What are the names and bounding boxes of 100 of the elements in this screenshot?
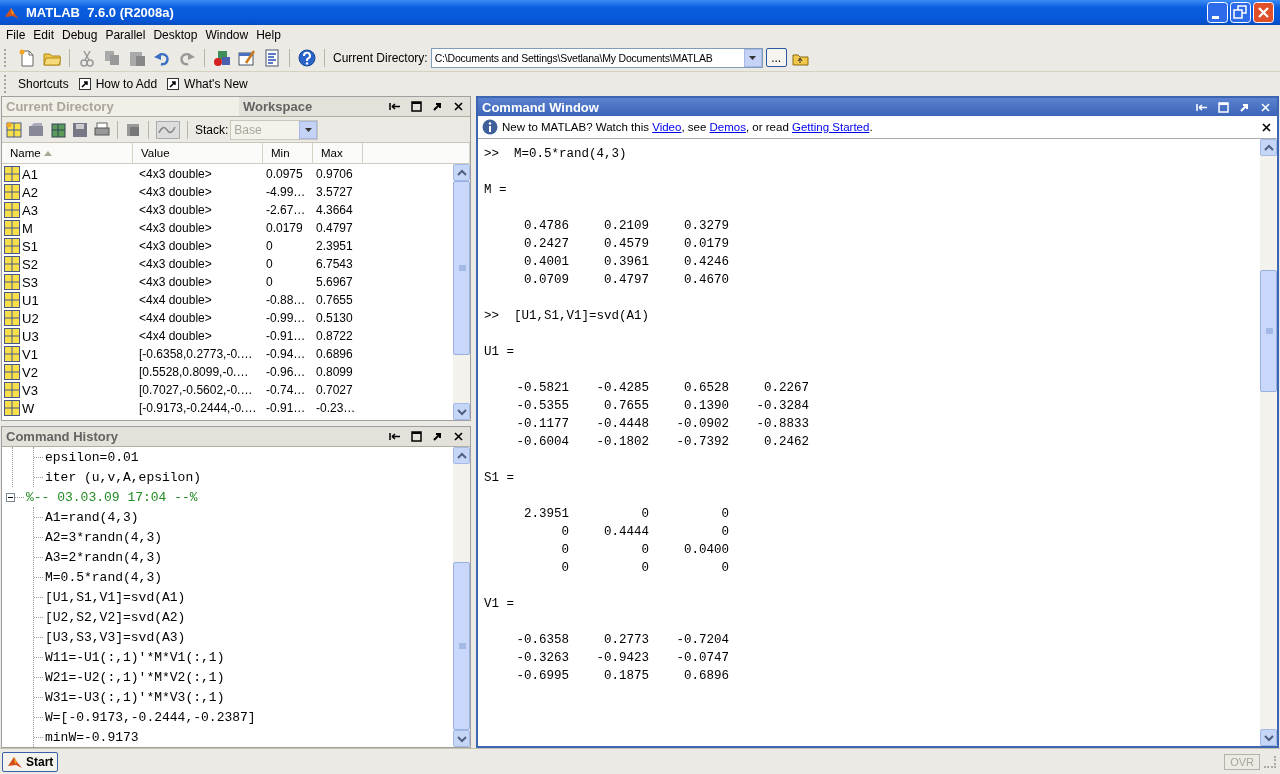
table-cell-text: 0.8099 bbox=[315, 365, 354, 379]
browse-button[interactable]: ... bbox=[765, 48, 787, 67]
close-button[interactable] bbox=[1253, 2, 1274, 23]
copy-icon[interactable] bbox=[103, 48, 121, 67]
history-command[interactable]: [U2,S2,V2]=svd(A2) bbox=[45, 609, 186, 625]
shortcut-link[interactable]: How to Add bbox=[95, 76, 158, 91]
new-variable-icon[interactable] bbox=[6, 121, 22, 138]
close-icon[interactable] bbox=[453, 101, 464, 112]
close-icon[interactable] bbox=[1261, 121, 1272, 133]
variable-name[interactable]: V2 bbox=[22, 364, 38, 380]
print-icon[interactable] bbox=[94, 121, 110, 138]
history-command[interactable]: A1=rand(4,3) bbox=[45, 509, 139, 525]
variable-label: S1 = bbox=[484, 470, 515, 487]
column-header[interactable]: Name bbox=[2, 143, 133, 163]
variable-label: M = bbox=[484, 182, 508, 199]
dock-icon[interactable] bbox=[389, 431, 401, 442]
menu-item[interactable]: Help bbox=[255, 27, 288, 42]
menu-item[interactable]: Edit bbox=[32, 27, 62, 42]
variable-name[interactable]: A1 bbox=[22, 166, 38, 182]
close-icon[interactable] bbox=[453, 431, 464, 442]
table-cell-text: 0.6896 bbox=[315, 347, 354, 361]
matrix-value: -0.5821 bbox=[515, 380, 569, 397]
cut-icon[interactable] bbox=[78, 48, 96, 67]
open-icon[interactable] bbox=[28, 121, 44, 138]
session-header[interactable]: %-- 03.03.09 17:04 --% bbox=[26, 489, 198, 505]
column-header[interactable]: Min bbox=[263, 143, 313, 163]
matrix-value: 0.2427 bbox=[523, 236, 569, 253]
history-command[interactable]: [U3,S3,V3]=svd(A3) bbox=[45, 629, 186, 645]
menu-item[interactable]: Parallel bbox=[104, 27, 153, 42]
gui-editor-icon[interactable] bbox=[238, 48, 256, 67]
undock-icon[interactable] bbox=[432, 101, 443, 112]
maximize-button[interactable] bbox=[1230, 2, 1251, 23]
help-icon[interactable] bbox=[298, 48, 316, 67]
history-command[interactable]: W21=-U2(:,1)'*M*V2(:,1) bbox=[45, 669, 225, 685]
matrix-icon bbox=[4, 400, 20, 416]
dock-icon[interactable] bbox=[389, 101, 401, 112]
scrollbar[interactable] bbox=[453, 447, 470, 747]
table-cell-text: -0.74… bbox=[265, 383, 307, 397]
matrix-value: 0 bbox=[560, 524, 569, 541]
variable-name[interactable]: V3 bbox=[22, 382, 38, 398]
variable-name[interactable]: V1 bbox=[22, 346, 38, 362]
shortcut-icon[interactable] bbox=[167, 77, 180, 90]
variable-name[interactable]: A3 bbox=[22, 202, 38, 218]
start-button[interactable]: Start bbox=[2, 751, 59, 772]
table-cell-text: 0.9706 bbox=[315, 167, 354, 181]
document-icon[interactable] bbox=[263, 48, 281, 67]
menu-item[interactable]: Window bbox=[204, 27, 256, 42]
maximize-icon[interactable] bbox=[411, 431, 422, 442]
history-command[interactable]: W31=-U3(:,1)'*M*V3(:,1) bbox=[45, 689, 225, 705]
menu-item[interactable]: Desktop bbox=[152, 27, 205, 42]
table-cell-text: 0.4797 bbox=[315, 221, 354, 235]
save-icon[interactable] bbox=[72, 121, 88, 138]
shortcuts-label[interactable]: Shortcuts bbox=[18, 76, 69, 91]
undock-icon[interactable] bbox=[432, 431, 443, 442]
shortcut-link[interactable]: What's New bbox=[184, 76, 248, 91]
menu-item[interactable]: File bbox=[5, 27, 33, 42]
matrix-icon bbox=[4, 220, 20, 236]
variable-name[interactable]: S3 bbox=[22, 274, 38, 290]
shortcut-icon[interactable] bbox=[78, 77, 91, 90]
matrix-value: 0 bbox=[720, 560, 729, 577]
directory-field[interactable]: C:\Documents and Settings\Svetlana\My Documents\MATLAB bbox=[430, 47, 763, 68]
stack-label: Stack: bbox=[195, 122, 229, 137]
minimize-button[interactable] bbox=[1207, 2, 1228, 23]
history-command[interactable]: iter (u,v,A,epsilon) bbox=[45, 469, 202, 485]
variable-name[interactable]: A2 bbox=[22, 184, 38, 200]
matrix-value: 0.0400 bbox=[683, 542, 729, 559]
link[interactable]: Demos bbox=[709, 121, 746, 133]
column-header[interactable]: Max bbox=[313, 143, 363, 163]
history-command[interactable]: A2=3*randn(4,3) bbox=[45, 529, 163, 545]
new-file-icon[interactable] bbox=[18, 48, 36, 67]
table-cell-text: 0.0179 bbox=[265, 221, 304, 235]
history-command[interactable]: W=[-0.9173,-0.2444,-0.2387] bbox=[45, 709, 256, 725]
matrix-value: 0.7655 bbox=[603, 398, 649, 415]
variable-name[interactable]: U1 bbox=[22, 292, 39, 308]
plot-icon[interactable] bbox=[156, 120, 180, 139]
scrollbar[interactable] bbox=[453, 164, 470, 420]
history-command[interactable]: A3=2*randn(4,3) bbox=[45, 549, 163, 565]
maximize-icon[interactable] bbox=[411, 101, 422, 112]
variable-name[interactable]: M bbox=[22, 220, 33, 236]
matrix-value: 0.4786 bbox=[523, 218, 569, 235]
variable-name[interactable]: W bbox=[22, 400, 35, 416]
matrix-icon bbox=[4, 382, 20, 398]
table-cell-text: -0.91… bbox=[265, 401, 307, 415]
history-command[interactable]: minW=-0.9173 bbox=[45, 729, 139, 745]
history-command[interactable]: [U1,S1,V1]=svd(A1) bbox=[45, 589, 186, 605]
collapse-icon[interactable] bbox=[6, 492, 15, 502]
variable-name[interactable]: S1 bbox=[22, 238, 38, 254]
matrix-value: 0.4444 bbox=[603, 524, 649, 541]
matrix-value: 0.1390 bbox=[683, 398, 729, 415]
history-command[interactable]: M=0.5*rand(4,3) bbox=[45, 569, 163, 585]
variable-name[interactable]: U3 bbox=[22, 328, 39, 344]
variable-name[interactable]: U2 bbox=[22, 310, 39, 326]
history-command[interactable]: epsilon=0.01 bbox=[45, 449, 139, 465]
history-command[interactable]: W11=-U1(:,1)'*M*V1(:,1) bbox=[45, 649, 225, 665]
variable-name[interactable]: S2 bbox=[22, 256, 38, 272]
menu-item[interactable]: Debug bbox=[61, 27, 105, 42]
column-header[interactable]: Value bbox=[133, 143, 263, 163]
scrollbar[interactable] bbox=[1260, 139, 1277, 746]
matrix-icon bbox=[4, 238, 20, 254]
matrix-icon bbox=[4, 256, 20, 272]
